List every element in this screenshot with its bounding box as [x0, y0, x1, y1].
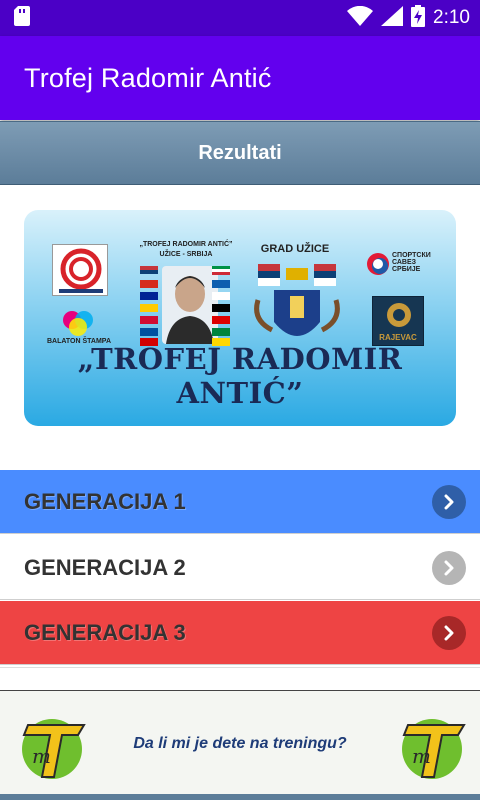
wifi-icon: [347, 5, 374, 31]
battery-charging-icon: [411, 4, 426, 32]
rajevac-caption: RAJEVAC: [379, 333, 417, 342]
banner-title: „TROFEJ RADOMIR ANTIĆ”: [77, 342, 403, 410]
menu-item-label: GENERACIJA 3: [24, 619, 186, 645]
ad-banner[interactable]: m Da li mi je dete na treningu? m: [0, 690, 480, 794]
section-header: Rezultati: [0, 121, 480, 185]
chevron-right-icon: [432, 550, 466, 585]
balaton-logo: [54, 308, 104, 342]
app-title: Trofej Radomir Antić: [24, 62, 272, 93]
section-title: Rezultati: [198, 141, 282, 164]
portrait-image: [162, 266, 218, 344]
sport-federation-logo: [366, 252, 390, 276]
svg-text:m: m: [412, 744, 431, 768]
signal-icon: [381, 5, 404, 31]
status-bar: 2:10: [0, 0, 480, 36]
grad-caption: GRAD UŽICE: [260, 243, 330, 255]
menu-item-label: GENERACIJA 2: [24, 554, 186, 580]
app-bar: Trofej Radomir Antić: [0, 36, 480, 120]
city-caption: UŽICE - SRBIJA: [159, 251, 213, 258]
trophy-caption: „TROFEJ RADOMIR ANTIĆ”: [139, 241, 233, 248]
status-time: 2:10: [433, 7, 470, 28]
menu-item-generacija-3[interactable]: GENERACIJA 3: [0, 601, 480, 665]
mt-logo-right: m: [398, 711, 472, 783]
bottom-strip: [0, 794, 480, 800]
divider: [0, 667, 480, 668]
tournament-banner: BALATON ŠTAMPA „TROFEJ RADOMIR ANTIĆ” UŽ…: [24, 210, 456, 426]
menu-item-generacija-2[interactable]: GENERACIJA 2: [0, 536, 480, 600]
sport-caption: СПОРТСКИ САВЕЗ СРБИЈЕ: [392, 252, 431, 273]
menu-item-label: GENERACIJA 1: [24, 488, 186, 514]
club-logo: [52, 244, 108, 296]
coat-of-arms: [252, 260, 342, 352]
flags-left: [140, 266, 158, 346]
chevron-right-icon: [432, 484, 466, 519]
chevron-right-icon: [432, 615, 466, 650]
sd-card-icon: [14, 5, 30, 31]
menu-item-generacija-1[interactable]: GENERACIJA 1: [0, 470, 480, 534]
flags-right: [212, 266, 230, 346]
